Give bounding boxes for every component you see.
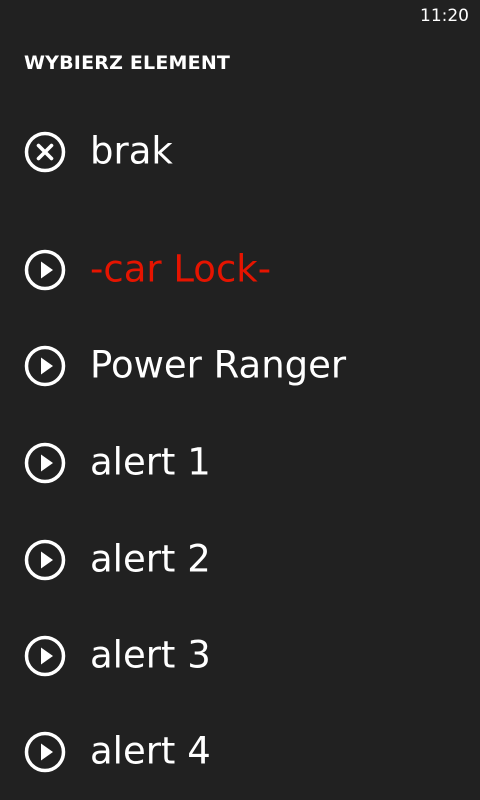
play-circle-icon [24, 635, 66, 677]
close-circle-icon [24, 131, 66, 173]
play-circle-icon [24, 442, 66, 484]
list-item-power-ranger[interactable]: Power Ranger [0, 318, 480, 414]
list-item-label: -car Lock- [90, 247, 272, 291]
list-item-car-lock[interactable]: -car Lock- [0, 222, 480, 318]
list-item-alert-4[interactable]: alert 4 [0, 704, 480, 800]
list-item-label: alert 3 [90, 633, 211, 677]
list-item-label: brak [90, 129, 173, 173]
status-bar: 11:20 [0, 0, 480, 32]
play-circle-icon [24, 345, 66, 387]
play-circle-icon [24, 249, 66, 291]
list-item-alert-1[interactable]: alert 1 [0, 415, 480, 511]
list-item-label: alert 2 [90, 537, 211, 581]
page-title: WYBIERZ ELEMENT [24, 52, 231, 74]
list-item-none[interactable]: brak [0, 104, 480, 200]
status-time: 11:20 [420, 6, 469, 26]
list-item-alert-2[interactable]: alert 2 [0, 512, 480, 608]
play-circle-icon [24, 731, 66, 773]
list-item-label: Power Ranger [90, 343, 347, 387]
list-item-label: alert 4 [90, 729, 211, 773]
play-circle-icon [24, 539, 66, 581]
list-item-label: alert 1 [90, 440, 211, 484]
list-item-alert-3[interactable]: alert 3 [0, 608, 480, 704]
